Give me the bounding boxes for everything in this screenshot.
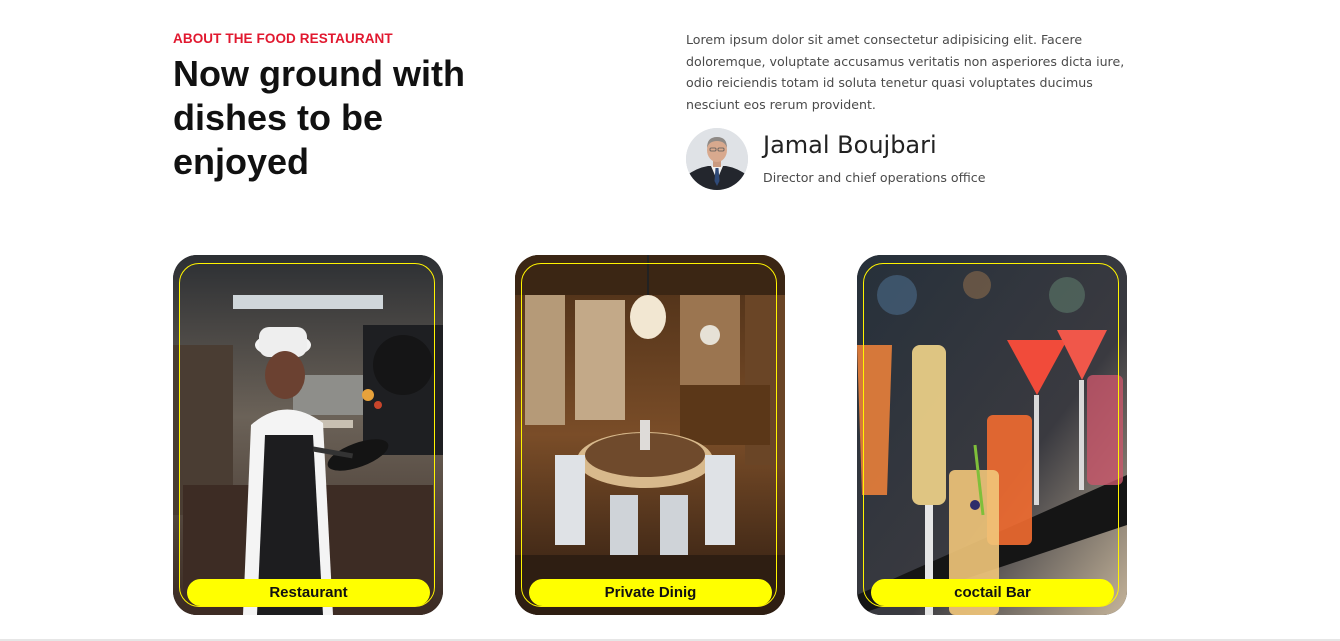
- card-frame: [863, 263, 1119, 607]
- private-dining-card[interactable]: Private Dinig: [515, 255, 785, 615]
- card-frame: [521, 263, 777, 607]
- author-block: Jamal Boujbari Director and chief operat…: [686, 128, 1146, 192]
- author-name: Jamal Boujbari: [763, 131, 937, 159]
- restaurant-card[interactable]: Restaurant: [173, 255, 443, 615]
- page-title: Now ground with dishes to be enjoyed: [173, 53, 465, 182]
- card-label: Private Dinig: [529, 579, 772, 606]
- card-label: Restaurant: [187, 579, 430, 606]
- card-frame: [179, 263, 435, 607]
- avatar: [686, 128, 748, 190]
- section-kicker: ABOUT THE FOOD RESTAURANT: [173, 31, 393, 46]
- author-role: Director and chief operations office: [763, 170, 986, 185]
- card-label: coctail Bar: [871, 579, 1114, 606]
- intro-paragraph: Lorem ipsum dolor sit amet consectetur a…: [686, 32, 1125, 113]
- about-section: ABOUT THE FOOD RESTAURANT Now ground wit…: [0, 0, 1340, 641]
- cocktail-bar-card[interactable]: coctail Bar: [857, 255, 1127, 615]
